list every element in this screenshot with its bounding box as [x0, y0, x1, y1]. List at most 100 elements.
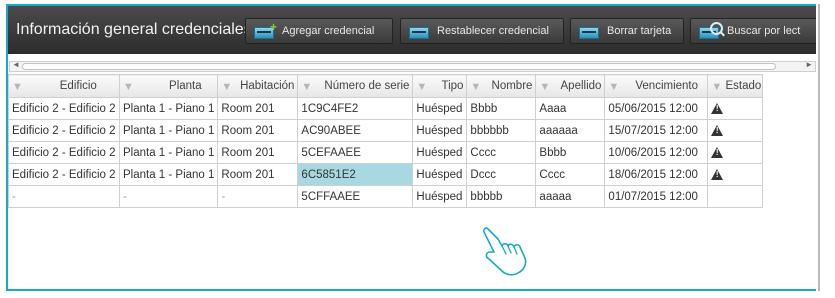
- cell-edificio[interactable]: Edificio 2 - Edificio 2: [8, 97, 120, 120]
- filter-icon[interactable]: ▼: [301, 81, 312, 93]
- column-label: Estado: [725, 79, 762, 92]
- cell-habitacion[interactable]: Room 201: [217, 97, 299, 120]
- cell-vencimiento[interactable]: 15/07/2015 12:00: [604, 119, 709, 142]
- panel-title: Información general credenciales: [16, 21, 252, 38]
- column-header-tipo[interactable]: ▼ Tipo: [412, 74, 468, 98]
- column-label: Habitación: [240, 79, 295, 92]
- add-credential-label: Agregar credencial: [282, 25, 375, 37]
- cell-planta[interactable]: Planta 1 - Piano 1: [118, 97, 219, 120]
- filter-icon[interactable]: ▼: [123, 81, 134, 93]
- reset-card-icon: [409, 23, 431, 39]
- cell-numero-serie[interactable]: 5CEFAAEE: [297, 141, 414, 164]
- cell-edificio[interactable]: Edificio 2 - Edificio 2: [8, 119, 120, 142]
- cell-estado[interactable]: [707, 97, 764, 120]
- column-header-edificio[interactable]: ▼ Edificio: [8, 74, 120, 98]
- column-header-estado[interactable]: ▼ Estado: [707, 74, 764, 98]
- delete-card-button[interactable]: Borrar tarjeta: [570, 18, 684, 44]
- search-by-reader-label: Buscar por lect: [727, 25, 801, 37]
- column-header-planta[interactable]: ▼ Planta: [118, 74, 219, 98]
- cell-estado[interactable]: [707, 119, 764, 142]
- column-label: Vencimiento: [635, 79, 699, 92]
- cell-habitacion[interactable]: Room 201: [217, 119, 299, 142]
- cell-habitacion[interactable]: Room 201: [217, 141, 299, 164]
- filter-icon[interactable]: ▼: [470, 81, 481, 93]
- cell-edificio[interactable]: Edificio 2 - Edificio 2: [8, 141, 120, 164]
- cell-estado[interactable]: [707, 163, 764, 186]
- warning-icon: [711, 102, 724, 114]
- cell-planta[interactable]: -: [118, 185, 219, 208]
- cell-habitacion[interactable]: -: [217, 185, 299, 208]
- filter-icon[interactable]: ▼: [12, 81, 23, 93]
- filter-icon[interactable]: ▼: [711, 81, 722, 93]
- cell-edificio[interactable]: -: [8, 185, 120, 208]
- column-header-habitacion[interactable]: ▼ Habitación: [217, 74, 299, 98]
- table-row[interactable]: Edificio 2 - Edificio 2 Planta 1 - Piano…: [8, 119, 764, 142]
- cell-apellido[interactable]: aaaaa: [535, 185, 606, 208]
- column-label: Tipo: [441, 79, 464, 92]
- warning-icon: [711, 168, 724, 180]
- filter-icon[interactable]: ▼: [608, 81, 619, 93]
- column-label: Nombre: [491, 79, 533, 92]
- add-credential-button[interactable]: + Agregar credencial: [245, 18, 393, 44]
- cell-numero-serie[interactable]: 5CFFAAEE: [297, 185, 414, 208]
- cell-vencimiento[interactable]: 01/07/2015 12:00: [604, 185, 709, 208]
- cell-nombre[interactable]: Bbbb: [466, 97, 537, 120]
- search-reader-icon: [699, 22, 723, 39]
- filter-icon[interactable]: ▼: [416, 81, 427, 93]
- warning-icon: [711, 146, 724, 158]
- table-row[interactable]: Edificio 2 - Edificio 2 Planta 1 - Piano…: [8, 141, 764, 164]
- cell-apellido[interactable]: aaaaaa: [535, 119, 606, 142]
- filter-icon[interactable]: ▼: [221, 81, 232, 93]
- filter-icon[interactable]: ▼: [539, 81, 550, 93]
- cell-planta[interactable]: Planta 1 - Piano 1: [118, 141, 219, 164]
- warning-icon: [711, 124, 724, 136]
- cell-apellido[interactable]: Cccc: [535, 163, 606, 186]
- cell-habitacion[interactable]: Room 201: [217, 163, 299, 186]
- column-label: Número de serie: [324, 79, 410, 92]
- cell-tipo[interactable]: Huésped: [412, 119, 468, 142]
- cell-vencimiento[interactable]: 05/06/2015 12:00: [604, 97, 709, 120]
- hand-pointer-icon: [483, 227, 527, 276]
- cell-nombre[interactable]: Cccc: [466, 141, 537, 164]
- cell-tipo[interactable]: Huésped: [412, 97, 468, 120]
- delete-card-icon: [579, 23, 601, 39]
- cell-nombre[interactable]: bbbbb: [466, 185, 537, 208]
- scrollbar-thumb[interactable]: [22, 63, 776, 70]
- cell-apellido[interactable]: Bbbb: [535, 141, 606, 164]
- cell-planta[interactable]: Planta 1 - Piano 1: [118, 119, 219, 142]
- column-header-nombre[interactable]: ▼ Nombre: [466, 74, 537, 98]
- cell-nombre[interactable]: bbbbbb: [466, 119, 537, 142]
- cell-tipo[interactable]: Huésped: [412, 185, 468, 208]
- cell-apellido[interactable]: Aaaa: [535, 97, 606, 120]
- table-row[interactable]: Edificio 2 - Edificio 2 Planta 1 - Piano…: [8, 163, 764, 186]
- column-label: Edificio: [59, 79, 97, 92]
- credentials-panel: Información general credenciales + Agreg…: [6, 4, 816, 291]
- cell-estado[interactable]: [707, 141, 764, 164]
- table-row[interactable]: Edificio 2 - Edificio 2 Planta 1 - Piano…: [8, 97, 764, 120]
- cell-planta[interactable]: Planta 1 - Piano 1: [118, 163, 219, 186]
- column-header-vencimiento[interactable]: ▼ Vencimiento: [604, 74, 709, 98]
- cell-edificio[interactable]: Edificio 2 - Edificio 2: [8, 163, 120, 186]
- scroll-left-icon[interactable]: ◄: [12, 60, 20, 69]
- column-label: Planta: [169, 79, 202, 92]
- cell-estado[interactable]: [707, 185, 764, 208]
- column-header-numero-serie[interactable]: ▼ Número de serie: [297, 74, 414, 98]
- scroll-right-icon[interactable]: ►: [805, 60, 813, 69]
- cell-vencimiento[interactable]: 10/06/2015 12:00: [604, 141, 709, 164]
- cell-numero-serie[interactable]: 1C9C4FE2: [297, 97, 414, 120]
- cell-numero-serie-selected[interactable]: 6C5851E2: [297, 163, 414, 186]
- cell-nombre[interactable]: Dccc: [466, 163, 537, 186]
- cell-tipo[interactable]: Huésped: [412, 141, 468, 164]
- credentials-table: ▼ Edificio ▼ Planta ▼ Habitación ▼ Número de…: [8, 74, 764, 208]
- panel-divider: [818, 4, 820, 291]
- table-row[interactable]: - - - 5CFFAAEE Huésped bbbbb aaaaa 01/07…: [8, 185, 764, 208]
- horizontal-scrollbar[interactable]: ◄ ►: [9, 60, 816, 72]
- column-label: Apellido: [560, 79, 602, 92]
- cell-numero-serie[interactable]: AC90ABEE: [297, 119, 414, 142]
- search-by-reader-button[interactable]: Buscar por lect: [690, 18, 816, 44]
- cell-tipo[interactable]: Huésped: [412, 163, 468, 186]
- delete-card-label: Borrar tarjeta: [607, 25, 672, 37]
- column-header-apellido[interactable]: ▼ Apellido: [535, 74, 606, 98]
- reset-credential-button[interactable]: Restablecer credencial: [400, 18, 564, 44]
- cell-vencimiento[interactable]: 18/06/2015 12:00: [604, 163, 709, 186]
